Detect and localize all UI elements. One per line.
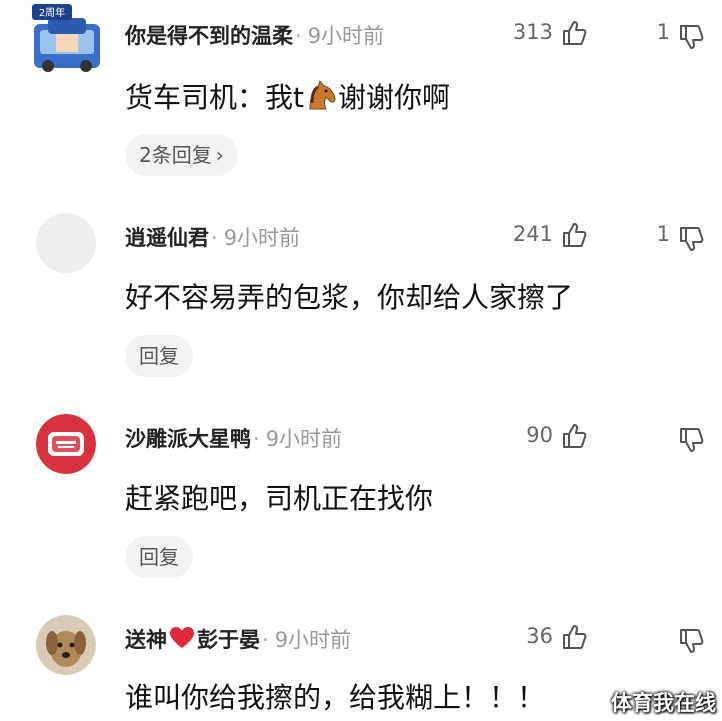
like-count: 313 [512,20,553,44]
vehicle-avatar-icon: 2周年 [32,4,100,72]
comment-text: 谁叫你给我擦的，给我糊上！！！ [125,681,546,714]
blank-avatar [36,213,96,273]
username[interactable]: 沙雕派大星鸭· 9小时前 [125,423,342,453]
thumbs-down-icon[interactable] [677,224,705,252]
separator-dot: · [211,226,218,250]
comment-text-end: 谢谢你啊 [337,81,450,114]
username[interactable]: 逍遥仙君· 9小时前 [125,222,300,252]
thumbs-down-icon[interactable] [677,626,705,654]
thumbs-down-icon[interactable] [677,22,705,50]
like-count: 241 [512,222,553,246]
timestamp: 9小时前 [307,24,385,48]
username-text[interactable]: 逍遥仙君 [125,226,209,250]
thumbs-up-icon[interactable] [560,422,588,450]
like-count: 36 [526,624,553,648]
heart-icon [170,627,194,648]
comment-text: 赶紧跑吧，司机正在找你 [125,482,434,515]
username[interactable]: 送神 彭于晏· 9小时前 [125,624,351,654]
comment-text: 好不容易弄的包浆，你却给人家擦了 [125,281,574,314]
comment-text-start: 货车司机：我t [125,81,304,114]
chevron-right-icon: › [215,143,224,167]
timestamp: 9小时前 [274,628,352,652]
username[interactable]: 你是得不到的温柔· 9小时前 [125,20,384,50]
avatar[interactable] [36,414,96,474]
dislike-count: 1 [656,20,670,44]
username-text-end[interactable]: 彭于晏 [197,628,260,652]
view-replies-label: 2条回复 [139,143,212,167]
username-text-start[interactable]: 送神 [125,628,167,652]
reply-button[interactable]: 回复 [125,335,193,377]
avatar[interactable] [36,213,96,273]
timestamp: 9小时前 [265,427,343,451]
like-count: 90 [526,423,553,447]
username-text[interactable]: 你是得不到的温柔 [125,24,293,48]
avatar[interactable]: 2周年 [30,4,104,74]
svg-text:2周年: 2周年 [39,6,65,19]
dislike-count: 1 [656,222,670,246]
thumbs-up-icon[interactable] [560,19,588,47]
timestamp: 9小时前 [223,226,301,250]
reply-button[interactable]: 回复 [125,536,193,578]
comment-text: 货车司机：我t 谢谢你啊 [125,76,450,116]
watermark: 体育我在线 [611,691,716,715]
thumbs-down-icon[interactable] [677,425,705,453]
comment-section: 2周年 你是得不到的温柔· 9小时前 313 1 货车司机：我t 谢谢你啊 2条回… [0,0,722,721]
red-badge-avatar [36,414,96,474]
view-replies-button[interactable]: 2条回复 › [125,134,238,176]
separator-dot: · [253,427,260,451]
separator-dot: · [262,628,269,652]
separator-dot: · [295,24,302,48]
horse-emoji-icon [309,79,336,110]
avatar[interactable] [36,615,96,675]
thumbs-up-icon[interactable] [560,623,588,651]
username-text[interactable]: 沙雕派大星鸭 [125,427,251,451]
dog-avatar-icon [36,615,96,675]
thumbs-up-icon[interactable] [560,221,588,249]
